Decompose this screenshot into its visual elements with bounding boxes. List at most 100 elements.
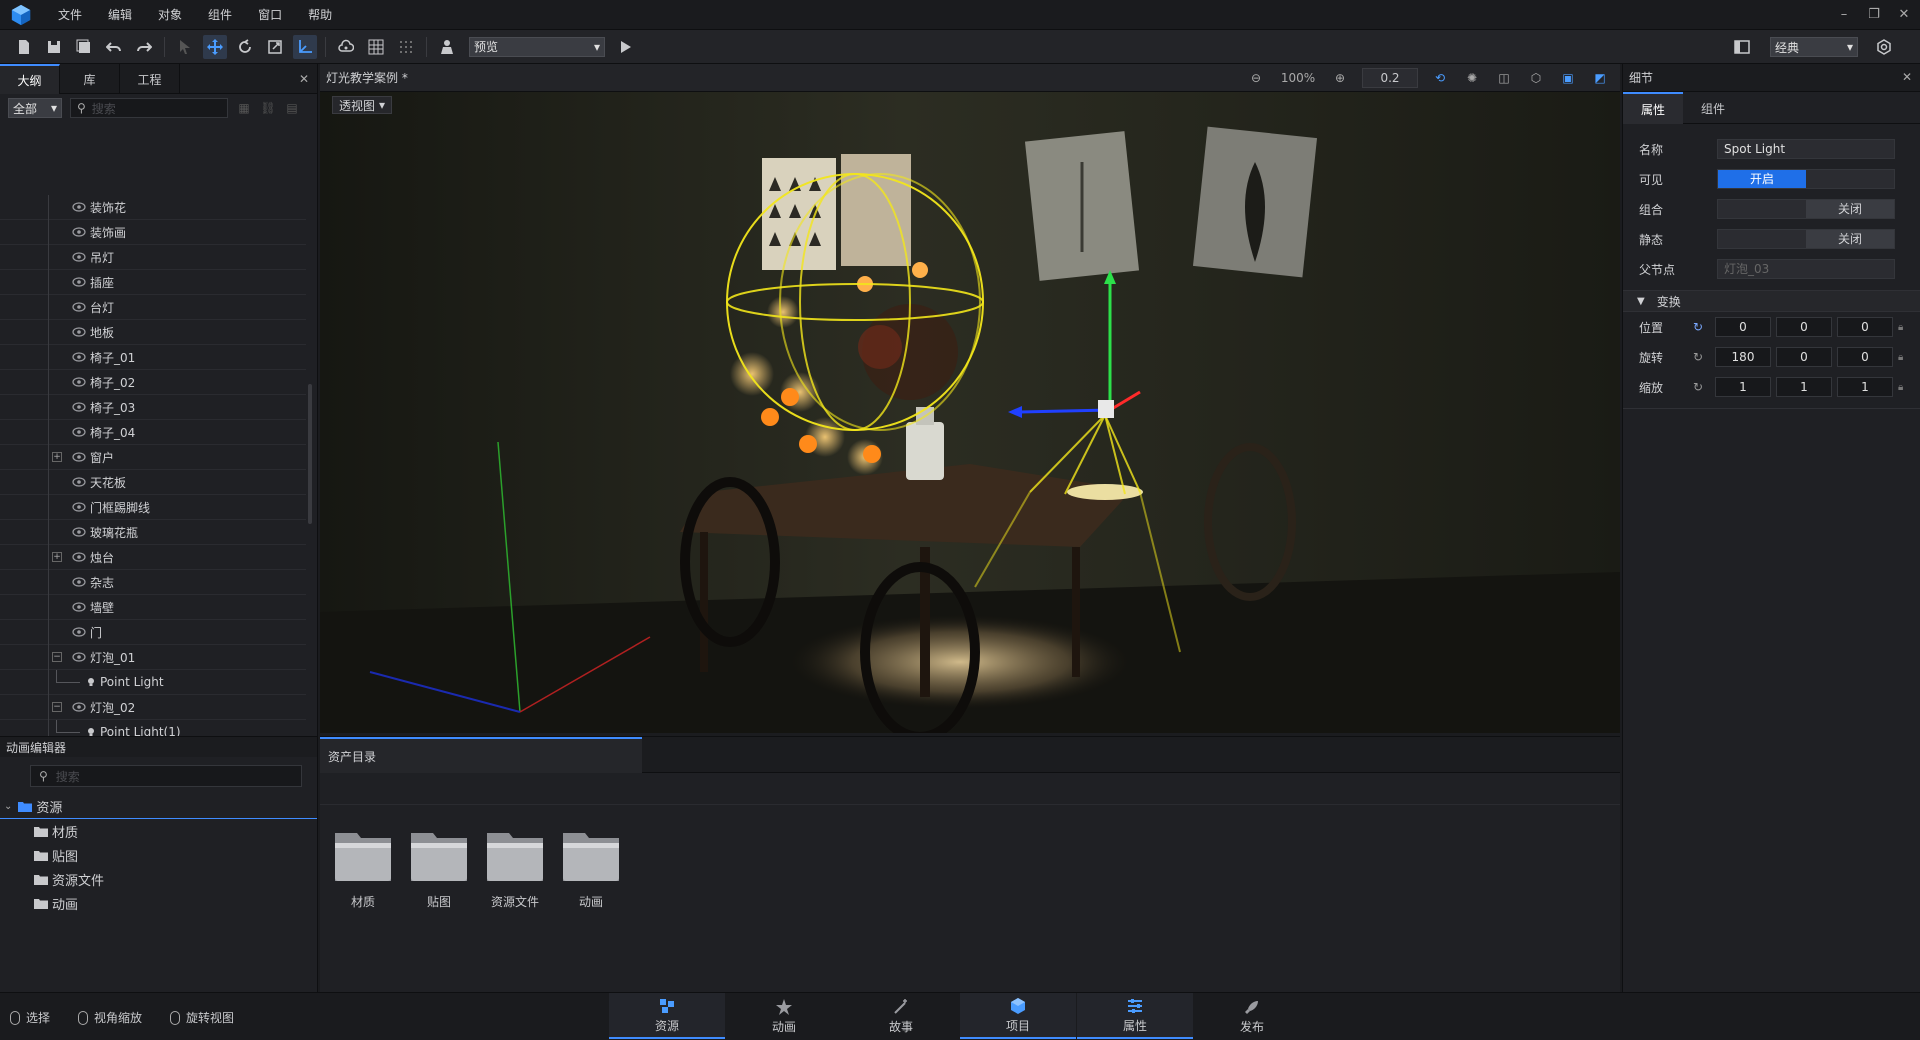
visibility-icon[interactable] [72,651,86,663]
grid-icon[interactable] [364,35,388,59]
static-toggle[interactable]: 关闭 [1717,229,1895,249]
name-field[interactable]: Spot Light [1717,139,1895,159]
visibility-icon[interactable] [72,626,86,638]
bottom-tab-properties[interactable]: 属性 [1077,993,1193,1039]
visibility-icon[interactable] [72,301,86,313]
outline-tree-row[interactable]: − 灯泡_01 [0,645,306,670]
menu-help[interactable]: 帮助 [300,6,350,23]
asset-folder[interactable]: 材质 [330,829,396,910]
outline-tree-row[interactable]: 插座 [0,270,306,295]
outline-tree-row[interactable]: 门 [0,620,306,645]
visibility-icon[interactable] [72,551,86,563]
zoom-out-icon[interactable]: ⊖ [1246,68,1266,88]
asset-folder[interactable]: 资源文件 [482,829,548,910]
bottom-tab-publish[interactable]: 发布 [1194,993,1310,1039]
reset-icon[interactable]: ↻ [1693,380,1709,394]
outline-tree-row[interactable]: 台灯 [0,295,306,320]
visibility-icon[interactable] [72,401,86,413]
link-icon[interactable]: ⛓ [260,100,276,116]
resource-item[interactable]: 资源文件 [0,867,317,891]
outline-tree-row[interactable]: 天花板 [0,470,306,495]
group-toggle[interactable]: 关闭 [1717,199,1895,219]
resource-item[interactable]: 材质 [0,819,317,843]
lock-icon[interactable]: 🔒︎ [1898,322,1908,333]
menu-component[interactable]: 组件 [200,6,250,23]
outline-tree-row[interactable]: 门框踢脚线 [0,495,306,520]
outline-scrollbar[interactable] [308,384,312,524]
resource-item[interactable]: 动画 [0,891,317,915]
visibility-icon[interactable] [72,201,86,213]
rotate-tool-icon[interactable] [233,35,257,59]
collapse-icon[interactable]: ▤ [284,100,300,116]
asset-folder[interactable]: 贴图 [406,829,472,910]
outline-tree-row[interactable]: 杂志 [0,570,306,595]
expand-icon[interactable]: + [52,452,62,462]
scene-viewport[interactable]: 透视图 ▾ [320,92,1620,733]
visibility-icon[interactable] [72,226,86,238]
outline-tree-row[interactable]: 椅子_01 [0,345,306,370]
restore-icon[interactable]: ❐ [1864,4,1884,24]
visibility-icon[interactable] [72,701,86,713]
outline-tree-row[interactable]: − 灯泡_02 [0,695,306,720]
dot-grid-icon[interactable] [394,35,418,59]
menu-window[interactable]: 窗口 [250,6,300,23]
visible-toggle[interactable]: 开启 [1717,169,1895,189]
expand-icon[interactable]: + [52,552,62,562]
bottom-tab-story[interactable]: 故事 [843,993,959,1039]
collapse-icon[interactable]: − [52,702,62,712]
tab-project[interactable]: 工程 [120,64,180,94]
visibility-icon[interactable] [72,501,86,513]
lock-icon[interactable]: 🔒︎ [1898,382,1908,393]
resource-root[interactable]: ⌄ 资源 [0,795,317,819]
light-settings-icon[interactable]: ✺ [1462,68,1482,88]
close-window-icon[interactable]: ✕ [1894,4,1914,24]
world-space-icon[interactable] [293,34,317,59]
zoom-in-icon[interactable]: ⊕ [1330,68,1350,88]
visibility-icon[interactable] [72,576,86,588]
redo-icon[interactable] [132,35,156,59]
menu-file[interactable]: 文件 [50,6,100,23]
tab-components[interactable]: 组件 [1683,92,1743,124]
asset-folder[interactable]: 动画 [558,829,624,910]
visibility-icon[interactable] [72,326,86,338]
snap-value-field[interactable]: 0.2 [1362,68,1418,88]
new-file-icon[interactable] [12,35,36,59]
select-tool-icon[interactable] [173,35,197,59]
character-icon[interactable] [435,35,459,59]
bottom-tab-animation[interactable]: 动画 [726,993,842,1039]
visibility-icon[interactable] [72,251,86,263]
tab-outline[interactable]: 大纲 [0,64,60,94]
undo-icon[interactable] [102,35,126,59]
tab-asset-directory[interactable]: 资产目录 [320,737,642,773]
visibility-icon[interactable] [72,426,86,438]
position-y-field[interactable]: 0 [1776,317,1832,337]
bottom-tab-resources[interactable]: 资源 [609,993,725,1039]
visibility-icon[interactable] [72,376,86,388]
tab-library[interactable]: 库 [60,64,120,94]
outline-tree-row[interactable]: 装饰花 [0,195,306,220]
scale-x-field[interactable]: 1 [1715,377,1771,397]
scale-tool-icon[interactable] [263,35,287,59]
visibility-icon[interactable] [72,451,86,463]
outline-tree-row[interactable]: + 窗户 [0,445,306,470]
rotation-z-field[interactable]: 0 [1837,347,1893,367]
play-icon[interactable] [613,35,637,59]
close-icon[interactable]: ✕ [1902,70,1912,84]
outline-tree-row[interactable]: 地板 [0,320,306,345]
lock-icon[interactable]: 🔒︎ [1898,352,1908,363]
preview-mode-select[interactable]: 预览 ▾ [469,36,605,57]
filter-select[interactable]: 全部 ▾ [8,98,62,118]
close-icon[interactable]: ✕ [299,72,309,86]
visibility-icon[interactable] [72,526,86,538]
settings-hex-icon[interactable] [1872,35,1896,59]
visibility-icon[interactable] [72,276,86,288]
outline-tree-row[interactable]: + 烛台 [0,545,306,570]
visibility-icon[interactable] [72,601,86,613]
cloud-settings-icon[interactable] [334,35,358,59]
scale-y-field[interactable]: 1 [1776,377,1832,397]
view-mode-dropdown[interactable]: 透视图 ▾ [332,96,393,114]
outline-tree-row[interactable]: 椅子_03 [0,395,306,420]
visibility-icon[interactable] [72,476,86,488]
tab-properties[interactable]: 属性 [1623,92,1683,124]
menu-object[interactable]: 对象 [150,6,200,23]
